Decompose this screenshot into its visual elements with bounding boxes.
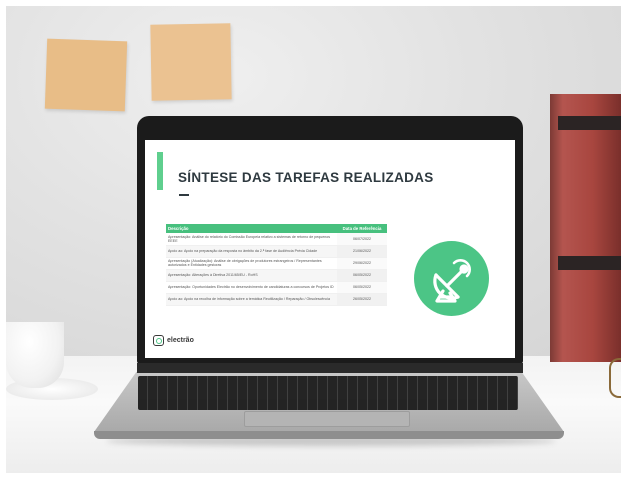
row-date: 06/07/2022 xyxy=(337,233,387,246)
row-description: Apoio ao: Apoio na preparação da respost… xyxy=(166,245,337,258)
laptop-front-edge xyxy=(94,431,564,439)
trackpad xyxy=(244,411,410,427)
book-band xyxy=(558,256,621,270)
table-row: Apresentação (Atualização): Análise de o… xyxy=(166,257,387,270)
book xyxy=(550,94,621,362)
row-description: Apresentação (Atualização): Análise de o… xyxy=(166,257,337,270)
row-date: 29/06/2022 xyxy=(337,257,387,270)
photo-scene: SÍNTESE DAS TAREFAS REALIZADAS Descrição… xyxy=(6,6,621,473)
tasks-table: Descrição Data de Referência Apresentaçã… xyxy=(166,224,387,306)
table-row: Apoio ao: Apoio na recolha de informação… xyxy=(166,293,387,306)
row-description: Apresentação: Oportunidades Electrão no … xyxy=(166,281,337,294)
row-description: Apresentação: Análise do relatório do Co… xyxy=(166,233,337,246)
table-row: Apresentação: Oportunidades Electrão no … xyxy=(166,281,387,294)
title-underline xyxy=(179,194,189,196)
table-header-row: Descrição Data de Referência xyxy=(166,224,387,233)
book-band xyxy=(558,116,621,130)
row-description: Apresentação: Alterações à Diretiva 2011… xyxy=(166,269,337,282)
electrao-logo-icon xyxy=(153,335,164,346)
coffee-cup xyxy=(6,322,64,388)
row-date: 21/06/2022 xyxy=(337,245,387,258)
table-row: Apresentação: Análise do relatório do Co… xyxy=(166,233,387,246)
row-description: Apoio ao: Apoio na recolha de informação… xyxy=(166,293,337,306)
keyboard xyxy=(138,376,518,410)
row-date: 06/05/2022 xyxy=(337,281,387,294)
electrao-logo: electrão xyxy=(153,335,194,346)
header-description: Descrição xyxy=(166,224,337,233)
logo-text: electrão xyxy=(167,337,194,344)
row-date: 06/05/2022 xyxy=(337,269,387,282)
sticky-note xyxy=(150,23,232,101)
header-reference-date: Data de Referência xyxy=(337,224,387,233)
laptop-hinge xyxy=(137,363,523,373)
row-date: 26/05/2022 xyxy=(337,293,387,306)
glasses xyxy=(609,358,621,398)
satellite-dish-icon xyxy=(414,241,489,316)
title-accent-bar xyxy=(157,152,163,190)
sticky-note xyxy=(44,38,128,112)
slide-title: SÍNTESE DAS TAREFAS REALIZADAS xyxy=(178,170,434,185)
table-row: Apresentação: Alterações à Diretiva 2011… xyxy=(166,269,387,282)
table-row: Apoio ao: Apoio na preparação da respost… xyxy=(166,245,387,258)
laptop-screen: SÍNTESE DAS TAREFAS REALIZADAS Descrição… xyxy=(145,140,515,358)
